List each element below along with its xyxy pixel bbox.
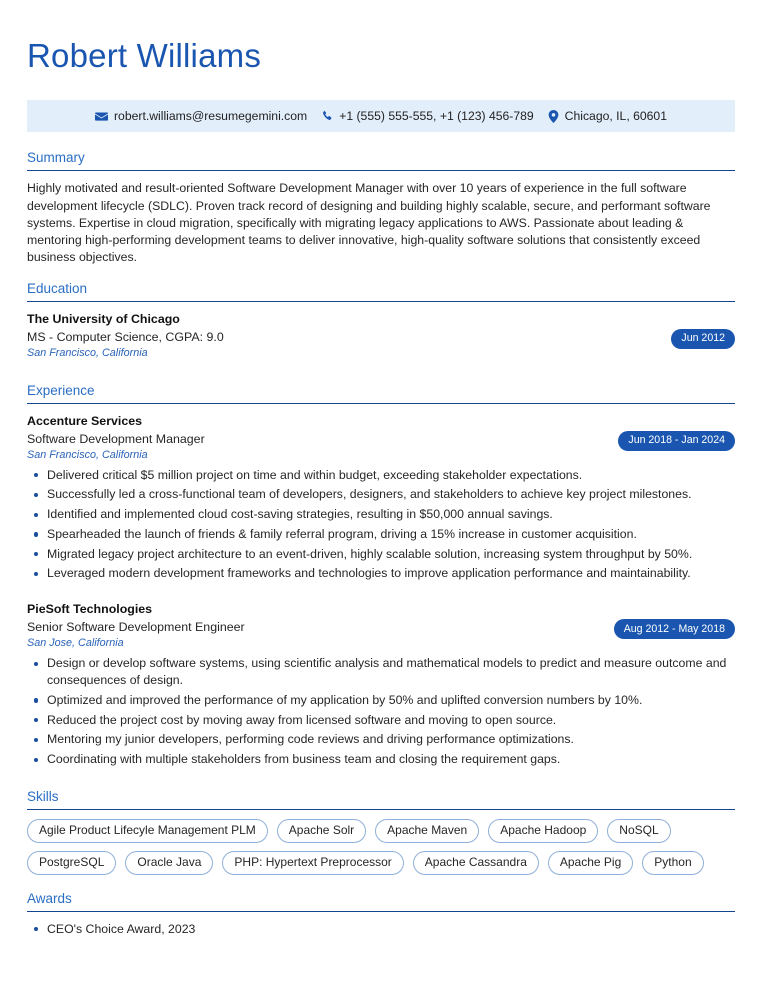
section-title-experience: Experience <box>27 382 95 398</box>
section-title-summary: Summary <box>27 150 85 166</box>
resume-page: Robert Williams robert.williams@resumege… <box>0 0 762 987</box>
experience-bullets: Delivered critical $5 million project on… <box>27 467 735 583</box>
summary-text: Highly motivated and result-oriented Sof… <box>27 181 711 265</box>
experience-company: PieSoft Technologies <box>27 602 153 616</box>
list-item: Reduced the project cost by moving away … <box>27 712 735 729</box>
section-title-skills: Skills <box>27 788 59 804</box>
phone-icon <box>321 110 333 122</box>
contact-phone-text: +1 (555) 555-555, +1 (123) 456-789 <box>339 109 534 124</box>
experience-location: San Francisco, California <box>27 448 148 461</box>
list-item: Design or develop software systems, usin… <box>27 655 735 689</box>
contact-location: Chicago, IL, 60601 <box>548 109 667 123</box>
section-experience: Experience Accenture Services Software D… <box>27 383 735 787</box>
skill-chip: Apache Cassandra <box>412 850 539 875</box>
list-item: Coordinating with multiple stakeholders … <box>27 751 735 768</box>
map-pin-icon <box>548 109 559 123</box>
list-item: Successfully led a cross-functional team… <box>27 486 735 503</box>
education-institution: The University of Chicago <box>27 311 180 326</box>
contact-phone[interactable]: +1 (555) 555-555, +1 (123) 456-789 <box>321 109 534 124</box>
education-date-badge: Jun 2012 <box>671 328 735 349</box>
experience-company: Accenture Services <box>27 413 143 428</box>
experience-location: San Jose, California <box>27 637 124 649</box>
list-item: Delivered critical $5 million project on… <box>27 467 735 484</box>
skill-chip: Oracle Java <box>125 850 214 875</box>
envelope-icon <box>95 110 108 123</box>
contact-location-text: Chicago, IL, 60601 <box>564 109 667 124</box>
list-item: Migrated legacy project architecture to … <box>27 546 735 563</box>
name-header: Robert Williams <box>27 0 735 90</box>
experience-entry: PieSoft Technologies Senior Software Dev… <box>27 601 735 773</box>
skill-chip: Python <box>642 850 704 875</box>
awards-list: CEO's Choice Award, 2023 <box>27 921 735 938</box>
section-divider <box>27 402 735 404</box>
section-divider <box>27 808 735 810</box>
section-education: Education The University of Chicago MS -… <box>27 281 735 381</box>
list-item: Optimized and improved the performance o… <box>27 692 735 709</box>
experience-bullets: Design or develop software systems, usin… <box>27 655 735 768</box>
list-item: Spearheaded the launch of friends & fami… <box>27 526 735 543</box>
skill-chip: Apache Hadoop <box>488 818 599 843</box>
experience-date-badge: Jun 2018 - Jan 2024 <box>618 430 735 451</box>
skill-chip: Apache Pig <box>547 850 634 875</box>
skills-list: Agile Product Lifecyle Management PLM Ap… <box>27 818 735 889</box>
list-item: Leveraged modern development frameworks … <box>27 565 735 582</box>
skill-chip: Apache Maven <box>375 818 480 843</box>
skill-chip: Apache Solr <box>276 818 367 843</box>
experience-entry: Accenture Services Software Development … <box>27 413 735 587</box>
education-location: San Francisco, California <box>27 346 148 359</box>
section-divider <box>27 170 735 172</box>
section-skills: Skills Agile Product Lifecyle Management… <box>27 789 735 889</box>
education-entry: The University of Chicago MS - Computer … <box>27 311 735 363</box>
section-divider <box>27 910 735 912</box>
section-title-awards: Awards <box>27 890 72 906</box>
experience-role: Senior Software Development Engineer <box>27 620 245 634</box>
experience-role: Software Development Manager <box>27 431 205 446</box>
contact-email-text: robert.williams@resumegemini.com <box>114 109 308 124</box>
section-divider <box>27 300 735 302</box>
education-degree: MS - Computer Science, CGPA: 9.0 <box>27 329 224 344</box>
contact-bar: robert.williams@resumegemini.com +1 (555… <box>27 100 735 133</box>
skill-chip: Agile Product Lifecyle Management PLM <box>27 818 268 843</box>
skill-chip: PHP: Hypertext Preprocessor <box>222 850 404 875</box>
section-awards: Awards CEO's Choice Award, 2023 <box>27 891 735 938</box>
contact-email[interactable]: robert.williams@resumegemini.com <box>95 109 307 123</box>
skill-chip: PostgreSQL <box>27 850 117 875</box>
list-item: Identified and implemented cloud cost-sa… <box>27 506 735 523</box>
experience-date-badge: Aug 2012 - May 2018 <box>613 619 735 640</box>
section-title-education: Education <box>27 280 88 296</box>
skill-chip: NoSQL <box>607 818 671 843</box>
candidate-name: Robert Williams <box>27 37 262 74</box>
list-item: Mentoring my junior developers, performi… <box>27 731 735 748</box>
section-summary: Summary Highly motivated and result-orie… <box>27 150 735 278</box>
list-item: CEO's Choice Award, 2023 <box>27 921 735 938</box>
